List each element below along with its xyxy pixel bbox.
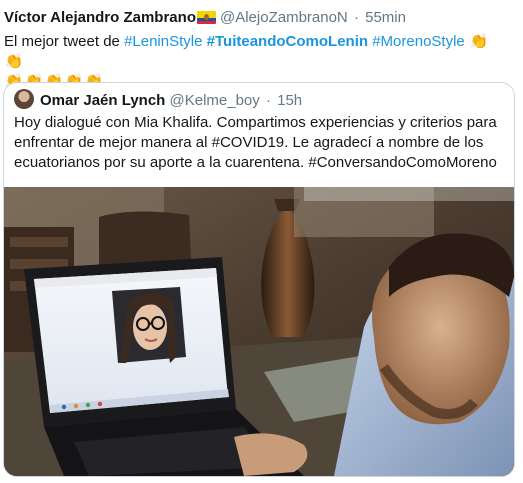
tweet-timestamp[interactable]: 55min xyxy=(365,9,406,26)
author-name[interactable]: Víctor Alejandro Zambrano xyxy=(4,9,196,26)
hashtag-tuiteandocomolenin[interactable]: #TuiteandoComoLenin xyxy=(207,33,368,50)
quoted-timestamp[interactable]: 15h xyxy=(277,92,302,109)
tweet-header: Víctor Alejandro Zambrano @AlejoZambranoN… xyxy=(4,8,523,28)
quoted-author-handle[interactable]: @Kelme_boy xyxy=(170,92,260,109)
ecuador-flag-icon xyxy=(196,11,216,24)
quoted-tweet-text: Hoy dialogué con Mia Khalifa. Compartimo… xyxy=(14,114,497,171)
clapping-hands-icon: 👏 xyxy=(469,33,489,50)
hashtag-morenostyle[interactable]: #MorenoStyle xyxy=(372,33,465,50)
quoted-header-separator: · xyxy=(265,92,271,109)
quoted-tweet-photo[interactable] xyxy=(4,187,514,476)
hashtag-leninstyle[interactable]: #LeninStyle xyxy=(124,33,202,50)
quoted-author-name[interactable]: Omar Jaén Lynch xyxy=(40,92,165,109)
quoted-tweet-header: Omar Jaén Lynch @Kelme_boy · 15h xyxy=(14,89,302,111)
clapping-hands-icon: 👏 xyxy=(4,53,24,70)
photo-illustration xyxy=(4,187,514,476)
tweet[interactable]: Víctor Alejandro Zambrano @AlejoZambranoN… xyxy=(0,0,523,483)
quoted-tweet[interactable]: Omar Jaén Lynch @Kelme_boy · 15h Hoy dia… xyxy=(3,82,515,477)
avatar[interactable] xyxy=(14,89,34,109)
author-handle[interactable]: @AlejoZambranoN xyxy=(220,9,348,26)
header-separator: · xyxy=(353,9,359,26)
tweet-text-lead: El mejor tweet de xyxy=(4,33,120,50)
